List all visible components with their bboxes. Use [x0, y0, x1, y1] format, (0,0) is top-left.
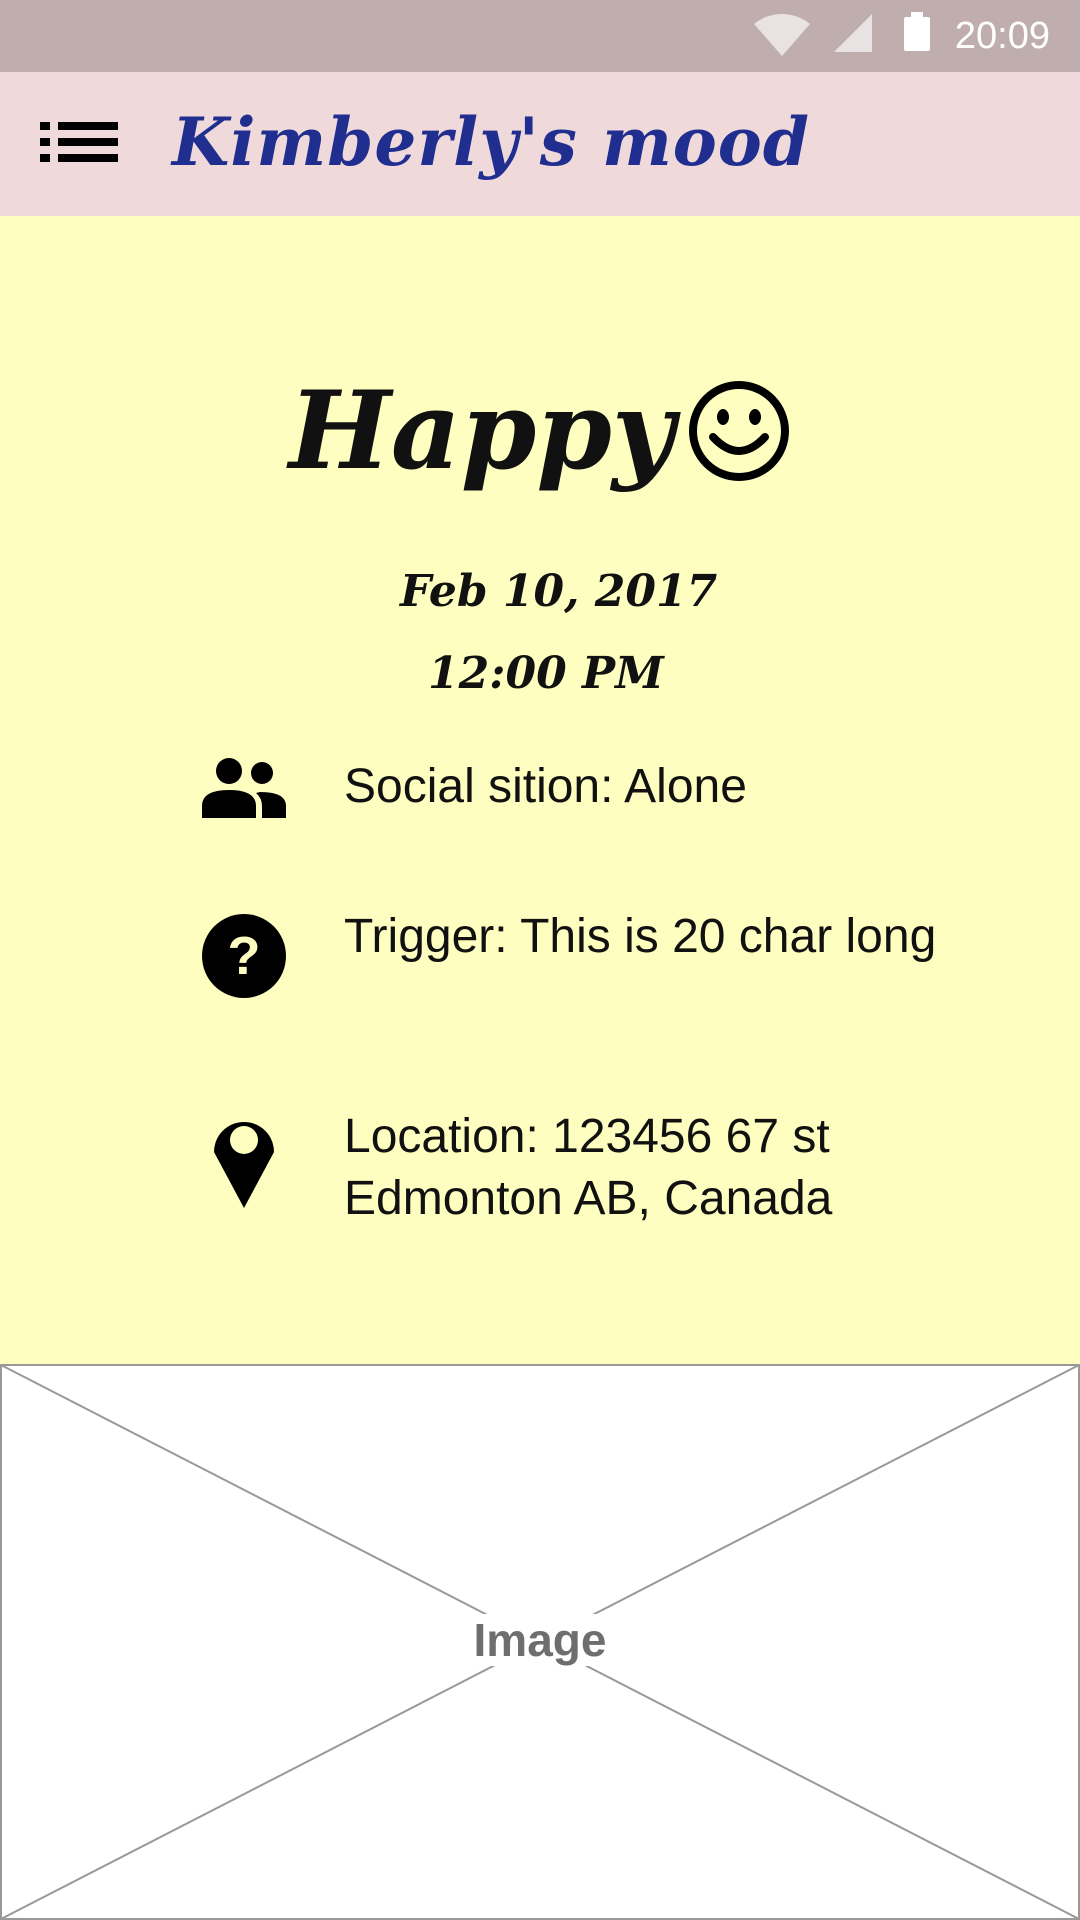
image-label-text: Image: [459, 1614, 621, 1666]
help-circle-icon: ?: [202, 914, 286, 998]
signal-icon: [834, 14, 872, 52]
mood-label: Happy: [288, 368, 675, 494]
menu-button[interactable]: [30, 112, 126, 176]
battery-icon: [904, 12, 930, 51]
location-pin-icon: [214, 1122, 274, 1208]
trigger-text: Trigger: This is 20 char long: [344, 910, 937, 963]
status-bar: 20:09: [0, 0, 1080, 72]
people-icon: [202, 758, 286, 818]
list-menu-icon: [40, 122, 118, 162]
mood-detail-panel: Happy Feb 10, 2017 12:00 PM Social sitio…: [0, 216, 1080, 1364]
mood-time: 12:00 PM: [428, 648, 664, 699]
wifi-icon: [754, 13, 810, 56]
status-time: 20:09: [954, 15, 1050, 57]
svg-text:?: ?: [228, 926, 261, 986]
image-placeholder-label: Image: [0, 1612, 1080, 1668]
social-situation-text: Social sition: Alone: [344, 760, 747, 813]
social-situation-row: Social sition: Alone: [200, 756, 960, 836]
mood-header: Happy: [0, 366, 1080, 506]
app-title: Kimberly's mood: [172, 103, 810, 181]
app-bar: Kimberly's mood: [0, 72, 1080, 216]
trigger-row: ? Trigger: This is 20 char long: [200, 906, 960, 1036]
mood-photo[interactable]: Image: [0, 1364, 1080, 1920]
location-text: Location: 123456 67 st Edmonton AB, Cana…: [344, 1110, 833, 1225]
smiley-face-icon: [689, 381, 790, 481]
location-row: Location: 123456 67 st Edmonton AB, Cana…: [200, 1106, 960, 1236]
mood-date: Feb 10, 2017: [400, 566, 718, 617]
